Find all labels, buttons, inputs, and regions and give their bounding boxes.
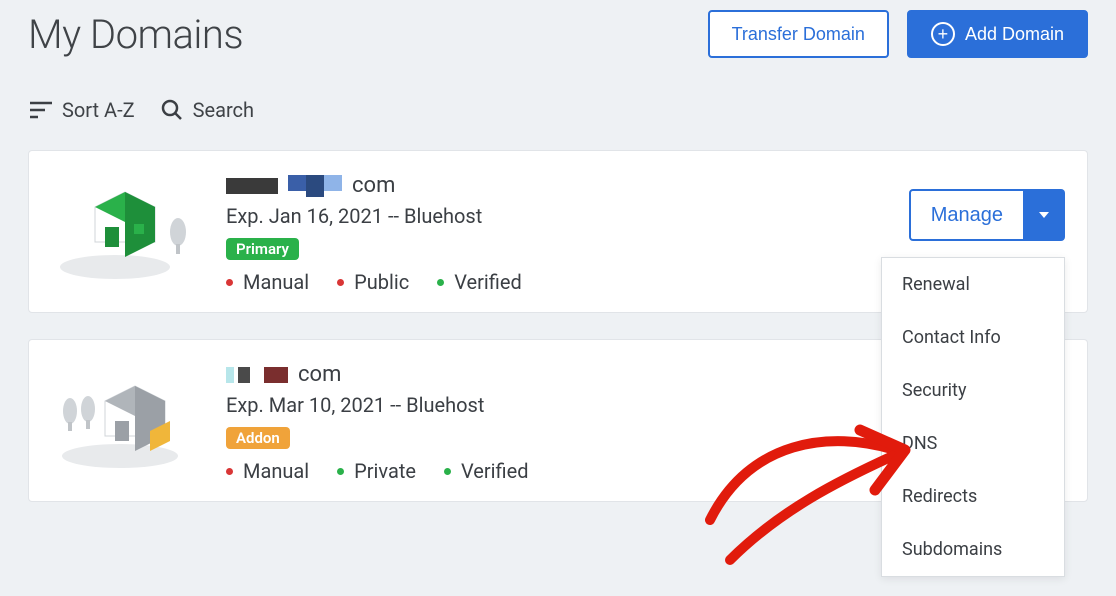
page-title: My Domains [28, 11, 243, 58]
domain-badge-addon: Addon [226, 427, 290, 449]
transfer-domain-button[interactable]: Transfer Domain [708, 10, 889, 58]
redacted-text [264, 367, 288, 383]
add-domain-label: Add Domain [965, 24, 1064, 45]
status-dot-icon [226, 468, 233, 475]
status-verified: Verified [437, 270, 522, 294]
redacted-text [238, 367, 250, 383]
header: My Domains Transfer Domain + Add Domain [28, 10, 1088, 58]
redacted-text [288, 175, 306, 191]
domain-thumb-icon [47, 358, 202, 473]
sort-button[interactable]: Sort A-Z [30, 98, 135, 122]
manage-button[interactable]: Manage [909, 189, 1025, 241]
status-manual: Manual [226, 459, 309, 483]
transfer-domain-label: Transfer Domain [732, 24, 865, 45]
status-dot-icon [337, 279, 344, 286]
redacted-text [226, 367, 234, 383]
manage-dropdown-toggle[interactable] [1025, 189, 1065, 241]
status-dot-icon [437, 279, 444, 286]
dropdown-item-dns[interactable]: DNS [882, 417, 1064, 470]
status-dot-icon [337, 468, 344, 475]
status-verified: Verified [444, 459, 529, 483]
card-actions: Manage [909, 189, 1065, 241]
dropdown-item-subdomains[interactable]: Subdomains [882, 523, 1064, 576]
domain-card: com Exp. Jan 16, 2021 -- Bluehost Primar… [28, 150, 1088, 313]
search-icon [161, 99, 183, 121]
plus-icon: + [931, 22, 955, 46]
manage-dropdown: Renewal Contact Info Security DNS Redire… [881, 257, 1065, 577]
domain-list: com Exp. Jan 16, 2021 -- Bluehost Primar… [28, 150, 1088, 502]
search-label: Search [193, 98, 254, 122]
status-public: Public [337, 270, 409, 294]
domain-tld: com [352, 173, 395, 198]
sort-label: Sort A-Z [62, 98, 135, 122]
domain-tld: com [298, 362, 341, 387]
status-manual: Manual [226, 270, 309, 294]
domain-badge-primary: Primary [226, 238, 299, 260]
chevron-down-icon [1039, 212, 1049, 218]
dropdown-item-security[interactable]: Security [882, 364, 1064, 417]
redacted-text [226, 178, 278, 194]
dropdown-item-renewal[interactable]: Renewal [882, 258, 1064, 311]
redacted-text [324, 175, 342, 191]
toolbar: Sort A-Z Search [28, 98, 1088, 122]
status-dot-icon [226, 279, 233, 286]
add-domain-button[interactable]: + Add Domain [907, 10, 1088, 58]
header-actions: Transfer Domain + Add Domain [708, 10, 1088, 58]
domain-thumb-icon [47, 169, 202, 284]
dropdown-item-redirects[interactable]: Redirects [882, 470, 1064, 523]
redacted-text [306, 175, 324, 197]
search-button[interactable]: Search [161, 98, 254, 122]
dropdown-item-contact-info[interactable]: Contact Info [882, 311, 1064, 364]
status-private: Private [337, 459, 416, 483]
status-dot-icon [444, 468, 451, 475]
sort-icon [30, 101, 52, 119]
